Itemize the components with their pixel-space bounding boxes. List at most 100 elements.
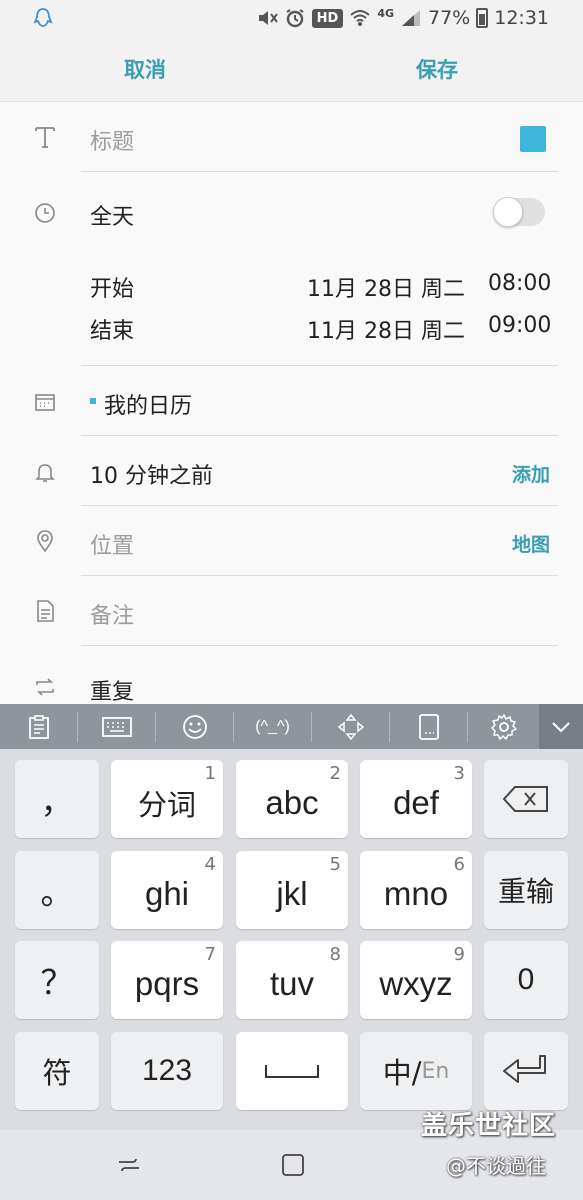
calendar-selector[interactable]: 我的日历 bbox=[104, 388, 192, 420]
bell-icon bbox=[35, 464, 55, 482]
key-label-en: En bbox=[421, 1058, 450, 1084]
key-number: 4 bbox=[204, 854, 216, 875]
divider bbox=[81, 645, 558, 646]
keyboard: ， 1 分词 2 abc 3 def 。 4 ghi 5 jkl 6 mno 重输 ？ 7p… bbox=[0, 749, 583, 1130]
signal-icon bbox=[402, 10, 420, 26]
key-label: ghi bbox=[144, 875, 190, 912]
divider bbox=[81, 365, 558, 366]
key-def[interactable]: 3 def bbox=[360, 760, 472, 838]
repeat-selector[interactable]: 重复 bbox=[90, 674, 134, 706]
key-number: 1 bbox=[204, 763, 216, 784]
emoji-icon bbox=[182, 714, 207, 739]
notes-icon bbox=[37, 600, 54, 622]
key-numbers[interactable]: 123 bbox=[111, 1032, 223, 1110]
divider bbox=[81, 435, 558, 436]
key-label: 符 bbox=[42, 1056, 72, 1090]
clipboard-button[interactable] bbox=[0, 704, 77, 749]
event-form: 标题 全天 开始 11月 28日 周二 08:00 结束 11月 28日 周二 … bbox=[0, 102, 583, 706]
key-jkl[interactable]: 5 jkl bbox=[236, 851, 348, 929]
repeat-icon bbox=[36, 678, 54, 696]
key-tuv[interactable]: 8 tuv bbox=[236, 941, 348, 1019]
clock: 12:31 bbox=[494, 7, 549, 29]
settings-icon bbox=[490, 713, 517, 740]
action-bar: 取消 保存 bbox=[0, 36, 583, 102]
end-label: 结束 bbox=[90, 319, 135, 344]
key-label: mno bbox=[383, 875, 449, 912]
keyboard-settings-button[interactable] bbox=[468, 704, 539, 749]
status-bar: HD 4G 77% 12:31 bbox=[0, 0, 583, 36]
home-icon[interactable] bbox=[280, 1152, 306, 1178]
key-number: 8 bbox=[329, 944, 341, 965]
key-label: 重输 bbox=[497, 875, 554, 908]
clipboard-icon bbox=[28, 714, 49, 739]
recent-apps-icon[interactable] bbox=[116, 1152, 142, 1178]
collapse-keyboard-button[interactable] bbox=[539, 704, 583, 749]
key-comma[interactable]: ， bbox=[15, 760, 99, 838]
calendar-color-dot bbox=[90, 398, 96, 404]
wifi-icon bbox=[350, 10, 370, 26]
divider bbox=[81, 575, 558, 576]
key-symbol[interactable]: 符 bbox=[15, 1032, 99, 1110]
divider bbox=[81, 171, 558, 172]
notes-input[interactable]: 备注 bbox=[90, 598, 134, 630]
start-label: 开始 bbox=[90, 277, 135, 302]
key-label: 0 bbox=[517, 963, 535, 996]
cursor-move-button[interactable] bbox=[312, 704, 389, 749]
collapse-icon bbox=[552, 721, 570, 732]
map-button[interactable]: 地图 bbox=[512, 530, 550, 557]
key-language-switch[interactable]: 中/En bbox=[360, 1032, 472, 1110]
key-pqrs[interactable]: 7 pqrs bbox=[111, 941, 223, 1019]
network-type: 4G bbox=[377, 6, 394, 20]
key-mno[interactable]: 6 mno bbox=[360, 851, 472, 929]
handwriting-button[interactable] bbox=[390, 704, 467, 749]
enter-icon bbox=[503, 1055, 546, 1083]
all-day-label: 全天 bbox=[90, 205, 135, 230]
key-label: 123 bbox=[141, 1054, 193, 1087]
key-ghi[interactable]: 4 ghi bbox=[111, 851, 223, 929]
key-enter[interactable] bbox=[484, 1032, 568, 1110]
battery-percent: 77% bbox=[428, 7, 471, 29]
clock-icon bbox=[35, 203, 55, 223]
end-date[interactable]: 11月 28日 周二 bbox=[307, 313, 465, 345]
text-icon bbox=[35, 127, 55, 148]
reminder-value[interactable]: 10 分钟之前 bbox=[90, 458, 213, 490]
kaomoji-button[interactable]: (^_^) bbox=[234, 704, 311, 749]
key-fenci[interactable]: 1 分词 bbox=[111, 760, 223, 838]
key-label: abc bbox=[265, 784, 319, 821]
key-retype[interactable]: 重输 bbox=[484, 851, 568, 929]
save-button[interactable]: 保存 bbox=[416, 54, 458, 84]
battery-icon bbox=[476, 8, 489, 28]
end-time[interactable]: 09:00 bbox=[488, 313, 551, 338]
space-icon bbox=[265, 1065, 319, 1078]
event-color-swatch[interactable] bbox=[520, 126, 546, 152]
key-number: 9 bbox=[453, 944, 465, 965]
kaomoji-label: (^_^) bbox=[255, 717, 290, 735]
key-label: 分词 bbox=[137, 790, 196, 822]
add-reminder-button[interactable]: 添加 bbox=[512, 460, 550, 487]
key-abc[interactable]: 2 abc bbox=[236, 760, 348, 838]
handwriting-icon bbox=[418, 713, 439, 740]
calendar-icon bbox=[35, 394, 55, 411]
watermark-community: 盖乐世社区 bbox=[421, 1111, 557, 1141]
alarm-icon bbox=[286, 9, 304, 28]
key-backspace[interactable] bbox=[484, 760, 568, 838]
all-day-toggle[interactable] bbox=[493, 197, 545, 227]
qq-icon bbox=[33, 8, 53, 27]
key-label: def bbox=[393, 784, 439, 821]
key-period[interactable]: 。 bbox=[15, 851, 99, 929]
title-input[interactable]: 标题 bbox=[90, 124, 134, 156]
key-space[interactable] bbox=[236, 1032, 348, 1110]
location-input[interactable]: 位置 bbox=[90, 528, 134, 560]
key-wxyz[interactable]: 9 wxyz bbox=[360, 941, 472, 1019]
keyboard-icon bbox=[101, 716, 132, 737]
start-time[interactable]: 08:00 bbox=[488, 271, 551, 296]
key-number: 7 bbox=[204, 944, 216, 965]
emoji-button[interactable] bbox=[156, 704, 233, 749]
key-zero[interactable]: 0 bbox=[484, 941, 568, 1019]
cancel-button[interactable]: 取消 bbox=[124, 54, 166, 84]
start-date[interactable]: 11月 28日 周二 bbox=[307, 271, 465, 303]
key-question[interactable]: ？ bbox=[15, 941, 99, 1019]
backspace-icon bbox=[502, 786, 548, 812]
key-number: 5 bbox=[329, 854, 341, 875]
keyboard-switch-button[interactable] bbox=[78, 704, 155, 749]
